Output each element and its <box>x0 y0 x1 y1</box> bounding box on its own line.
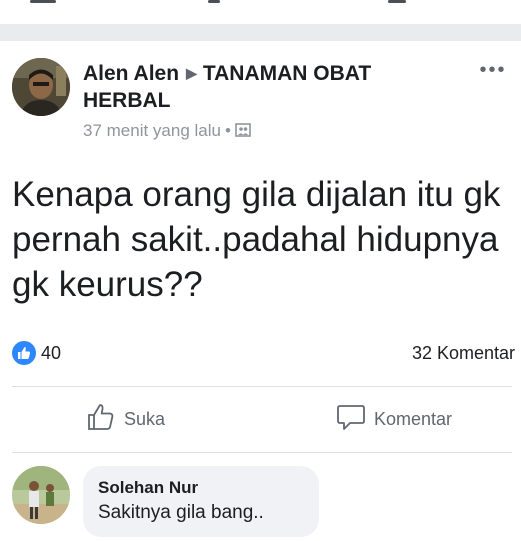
commenter-avatar[interactable] <box>12 466 70 524</box>
comment-bubble-icon <box>336 402 366 437</box>
feed-gap <box>0 24 521 41</box>
comment-text: Sakitnya gila bang.. <box>98 502 264 523</box>
group-icon <box>235 121 251 140</box>
meta-separator: • <box>224 121 231 140</box>
comment-bubble[interactable]: Solehan Nur Sakitnya gila bang.. <box>83 466 319 537</box>
author-name[interactable]: Alen Alen <box>83 62 179 85</box>
reaction-summary[interactable]: 40 <box>12 340 61 366</box>
more-options-button[interactable]: ••• <box>476 58 510 82</box>
divider <box>12 452 512 453</box>
post-meta: 37 menit yang lalu • <box>83 119 251 143</box>
arrow-right-icon: ▶ <box>186 65 197 81</box>
toolbar-fragment <box>30 0 56 3</box>
like-count: 40 <box>41 342 62 363</box>
like-reaction-icon <box>12 341 36 365</box>
thumbs-up-icon <box>86 402 116 437</box>
toolbar-fragment <box>208 0 220 3</box>
like-button-label: Suka <box>124 408 166 429</box>
post-title: Alen Alen ▶ TANAMAN OBAT HERBAL <box>83 60 443 114</box>
toolbar-fragment <box>388 0 406 3</box>
previous-post-toolbar-edge <box>0 0 521 24</box>
comment-button-label: Komentar <box>374 408 453 429</box>
comment-count[interactable]: 32 Komentar <box>412 342 515 364</box>
comment-button[interactable]: Komentar <box>336 402 452 436</box>
commenter-name[interactable]: Solehan Nur <box>98 477 319 499</box>
author-avatar[interactable] <box>12 58 70 116</box>
post-body-text: Kenapa orang gila dijalan itu gk pernah … <box>12 175 501 304</box>
divider <box>12 386 512 387</box>
post-timestamp[interactable]: 37 menit yang lalu <box>83 121 221 140</box>
like-button[interactable]: Suka <box>86 402 165 436</box>
